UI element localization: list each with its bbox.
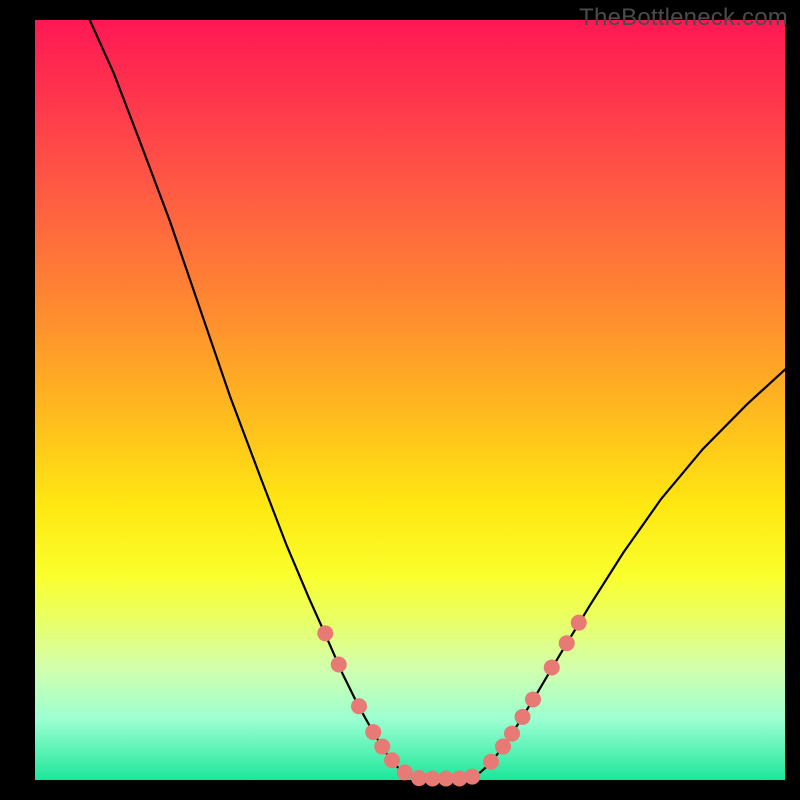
marker-15 [515, 709, 531, 725]
marker-17 [544, 660, 560, 676]
marker-19 [571, 615, 587, 631]
marker-16 [525, 691, 541, 707]
marker-18 [559, 635, 575, 651]
marker-5 [384, 752, 400, 768]
marker-0 [317, 625, 333, 641]
chart-svg [0, 0, 800, 800]
marker-3 [365, 724, 381, 740]
marker-14 [504, 726, 520, 742]
marker-13 [495, 739, 511, 755]
marker-2 [351, 698, 367, 714]
curve-left-arm [90, 20, 418, 779]
marker-12 [483, 754, 499, 770]
marker-11 [464, 769, 480, 785]
curve-right-arm [466, 370, 785, 779]
marker-6 [397, 764, 413, 780]
marker-1 [331, 656, 347, 672]
chart-container: TheBottleneck.com [0, 0, 800, 800]
marker-4 [374, 739, 390, 755]
